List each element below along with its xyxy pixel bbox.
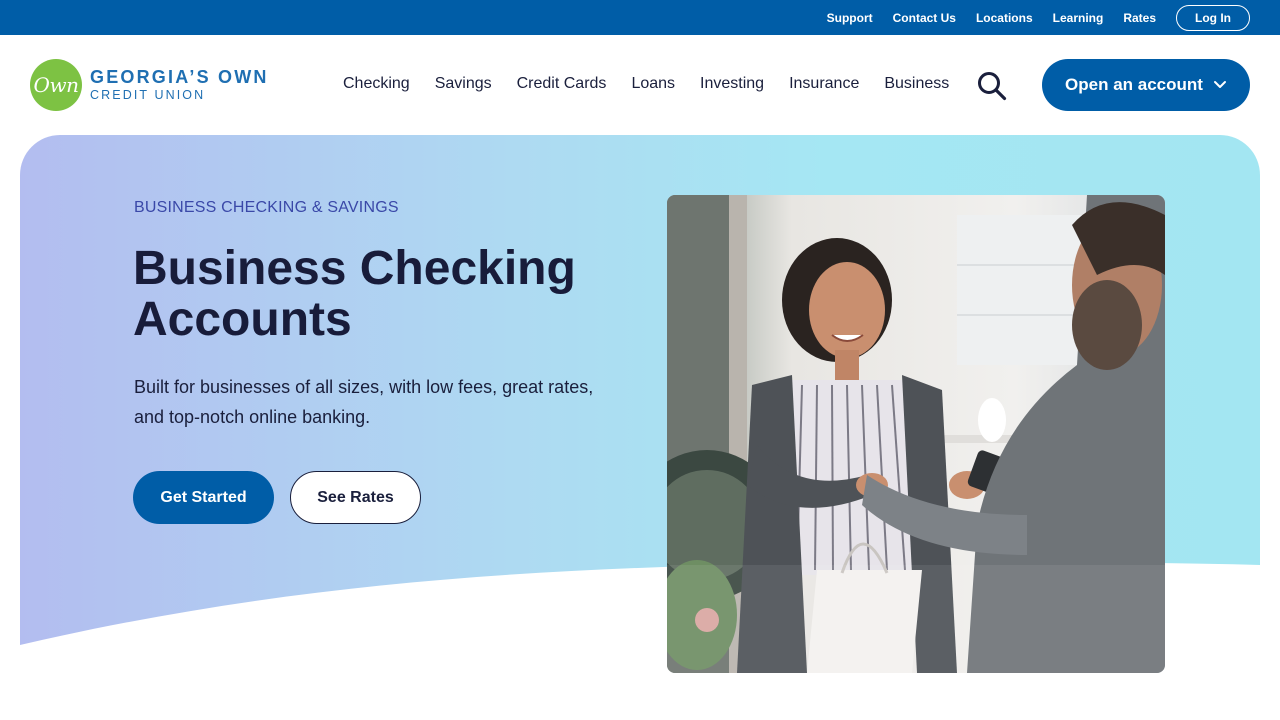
hero-photo — [667, 195, 1165, 673]
main-header: Own GEORGIA’S OWN CREDIT UNION Checking … — [0, 35, 1280, 135]
logo-name-line1: GEORGIA’S OWN — [90, 67, 269, 88]
login-button[interactable]: Log In — [1176, 4, 1250, 31]
hero-title: Business Checking Accounts — [133, 242, 576, 346]
utility-link-contact-us[interactable]: Contact Us — [893, 11, 956, 25]
utility-link-support[interactable]: Support — [827, 11, 873, 25]
brand-logo[interactable]: Own GEORGIA’S OWN CREDIT UNION — [30, 59, 269, 111]
search-icon[interactable] — [976, 71, 1008, 101]
primary-nav: Checking Savings Credit Cards Loans Inve… — [343, 75, 974, 93]
open-account-button[interactable]: Open an account — [1042, 59, 1250, 111]
see-rates-button[interactable]: See Rates — [290, 471, 421, 524]
logo-name-line2: CREDIT UNION — [90, 88, 206, 103]
utility-link-rates[interactable]: Rates — [1123, 11, 1156, 25]
hero-description: Built for businesses of all sizes, with … — [134, 377, 594, 427]
nav-item-business[interactable]: Business — [884, 75, 949, 93]
utility-link-locations[interactable]: Locations — [976, 11, 1033, 25]
utility-bar: Support Contact Us Locations Learning Ra… — [0, 0, 1280, 35]
nav-item-savings[interactable]: Savings — [435, 75, 492, 93]
nav-item-loans[interactable]: Loans — [631, 75, 675, 93]
chevron-down-icon — [1213, 75, 1227, 95]
nav-item-credit-cards[interactable]: Credit Cards — [517, 75, 607, 93]
open-account-label: Open an account — [1065, 75, 1203, 94]
hero-eyebrow: BUSINESS CHECKING & SAVINGS — [134, 199, 399, 216]
nav-item-investing[interactable]: Investing — [700, 75, 764, 93]
nav-item-checking[interactable]: Checking — [343, 75, 410, 93]
get-started-button[interactable]: Get Started — [133, 471, 274, 524]
nav-item-insurance[interactable]: Insurance — [789, 75, 859, 93]
logo-mark: Own — [30, 59, 82, 111]
logo-text: GEORGIA’S OWN CREDIT UNION — [90, 68, 269, 102]
utility-link-learning[interactable]: Learning — [1053, 11, 1104, 25]
